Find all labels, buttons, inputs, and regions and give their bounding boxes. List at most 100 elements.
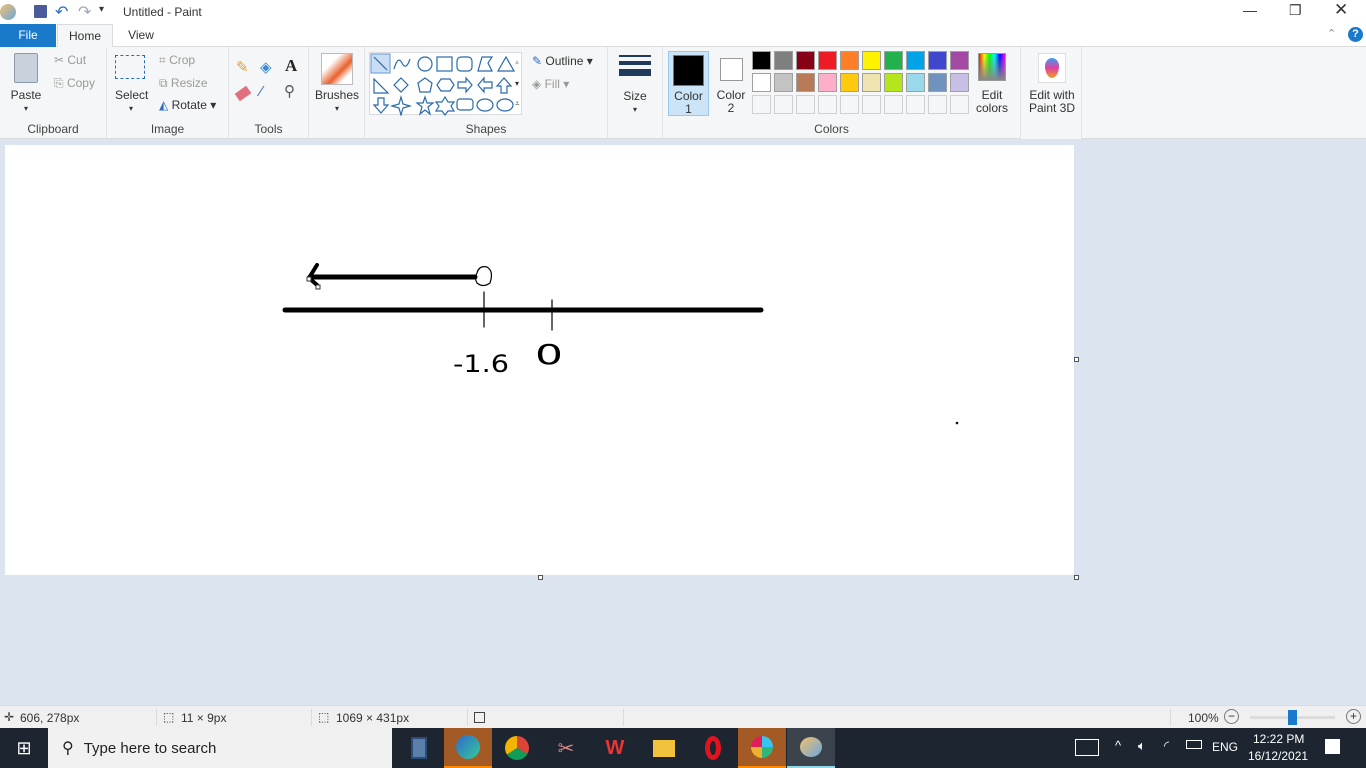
- fill-bucket-icon[interactable]: ◈: [260, 60, 272, 75]
- paint-app[interactable]: [787, 728, 835, 768]
- pencil-icon[interactable]: ✎: [236, 60, 249, 75]
- text-tool-icon[interactable]: A: [285, 57, 297, 74]
- palette-color-swatch[interactable]: [774, 51, 793, 70]
- wps-app[interactable]: W: [591, 728, 639, 768]
- drawing-canvas[interactable]: -1.6 0: [5, 145, 1074, 575]
- show-hidden-icons[interactable]: ^: [1115, 738, 1121, 753]
- palette-custom-slot[interactable]: [840, 95, 859, 114]
- palette-custom-slot[interactable]: [928, 95, 947, 114]
- selection-handle[interactable]: [315, 284, 321, 290]
- rotate-label: Rotate: [171, 98, 207, 112]
- shapes-expand[interactable]: ⩡: [515, 97, 520, 110]
- palette-color-swatch[interactable]: [818, 73, 837, 92]
- shapes-gallery[interactable]: [369, 52, 522, 118]
- palette-custom-slot[interactable]: [752, 95, 771, 114]
- maximize-button[interactable]: ❐: [1289, 2, 1302, 19]
- brushes-button[interactable]: Brushes ▾: [313, 53, 361, 115]
- start-button[interactable]: ⊞: [0, 728, 48, 768]
- news-widget-icon[interactable]: [1075, 739, 1099, 756]
- outline-button[interactable]: ✎ Outline ▾: [532, 55, 593, 68]
- color-spectrum-icon: [978, 53, 1006, 81]
- cut-button[interactable]: ✂ Cut: [54, 54, 86, 67]
- canvas-resize-handle-bottom[interactable]: [538, 575, 543, 580]
- wifi-icon[interactable]: ◜: [1164, 738, 1169, 754]
- clock-date[interactable]: 16/12/2021: [1248, 749, 1308, 763]
- edge-app[interactable]: [444, 728, 492, 768]
- selection-handle[interactable]: [306, 276, 312, 282]
- tab-home[interactable]: Home: [57, 24, 113, 48]
- palette-color-swatch[interactable]: [862, 73, 881, 92]
- eraser-icon[interactable]: [234, 85, 252, 102]
- canvas-resize-handle-corner[interactable]: [1074, 575, 1079, 580]
- color-picker-icon[interactable]: ⁄: [260, 84, 263, 99]
- palette-color-swatch[interactable]: [906, 73, 925, 92]
- select-button[interactable]: Select ▾: [115, 55, 148, 115]
- palette-custom-slot[interactable]: [818, 95, 837, 114]
- collapse-ribbon-icon[interactable]: ⌃: [1327, 27, 1336, 40]
- palette-color-swatch[interactable]: [840, 73, 859, 92]
- file-explorer-app[interactable]: [640, 728, 688, 768]
- edit-with-paint3d-button[interactable]: Edit with Paint 3D: [1023, 53, 1081, 115]
- edit-colors-button[interactable]: Edit colors: [975, 53, 1009, 115]
- resize-button[interactable]: ⧉ Resize: [159, 77, 208, 90]
- notifications-icon[interactable]: [1325, 739, 1340, 754]
- palette-custom-slot[interactable]: [906, 95, 925, 114]
- shapes-scroll-up[interactable]: ▴: [515, 55, 519, 68]
- opera-app[interactable]: [689, 728, 737, 768]
- chrome-app[interactable]: [493, 728, 541, 768]
- undo-icon[interactable]: ↶: [55, 2, 68, 22]
- calculator-app[interactable]: [395, 728, 443, 768]
- zoom-out-button[interactable]: −: [1224, 709, 1239, 724]
- crop-button[interactable]: ⌗ Crop: [159, 54, 195, 67]
- color1-button[interactable]: Color 1: [668, 51, 709, 116]
- palette-custom-slot[interactable]: [862, 95, 881, 114]
- zoom-slider[interactable]: [1250, 710, 1335, 725]
- zoom-in-button[interactable]: +: [1346, 709, 1361, 724]
- size-button[interactable]: Size ▾: [619, 55, 651, 116]
- palette-custom-slot[interactable]: [796, 95, 815, 114]
- palette-color-swatch[interactable]: [928, 51, 947, 70]
- palette-custom-slot[interactable]: [950, 95, 969, 114]
- snip-app[interactable]: ✂: [542, 728, 590, 768]
- palette-color-swatch[interactable]: [774, 73, 793, 92]
- palette-color-swatch[interactable]: [906, 51, 925, 70]
- palette-color-swatch[interactable]: [862, 51, 881, 70]
- battery-icon[interactable]: [1186, 740, 1202, 749]
- search-box[interactable]: ⚲ Type here to search: [48, 728, 392, 768]
- palette-color-swatch[interactable]: [884, 73, 903, 92]
- palette-color-swatch[interactable]: [818, 51, 837, 70]
- volume-icon[interactable]: 🔈︎: [1138, 738, 1146, 754]
- palette-color-swatch[interactable]: [840, 51, 859, 70]
- slack-app[interactable]: [738, 728, 786, 768]
- language-indicator[interactable]: ENG: [1212, 740, 1238, 754]
- canvas-resize-handle-right[interactable]: [1074, 357, 1079, 362]
- rotate-button[interactable]: ◭ Rotate ▾: [159, 99, 216, 112]
- magnifier-icon[interactable]: ⚲: [284, 84, 295, 99]
- paste-button[interactable]: Paste ▾: [6, 53, 46, 113]
- save-icon[interactable]: [34, 5, 47, 18]
- palette-custom-slot[interactable]: [774, 95, 793, 114]
- palette-custom-slot[interactable]: [884, 95, 903, 114]
- clock-time[interactable]: 12:22 PM: [1253, 732, 1304, 746]
- close-button[interactable]: ✕: [1334, 0, 1348, 20]
- tab-view[interactable]: View: [116, 24, 166, 47]
- palette-color-swatch[interactable]: [928, 73, 947, 92]
- palette-color-swatch[interactable]: [752, 73, 771, 92]
- copy-button[interactable]: ⎘ Copy: [54, 77, 95, 90]
- palette-color-swatch[interactable]: [950, 73, 969, 92]
- palette-color-swatch[interactable]: [752, 51, 771, 70]
- search-icon: ⚲: [62, 740, 74, 757]
- palette-color-swatch[interactable]: [950, 51, 969, 70]
- customize-qat-icon[interactable]: ▾: [99, 4, 104, 15]
- shapes-scroll-down[interactable]: ▾: [515, 77, 519, 90]
- fill-button[interactable]: ◈ Fill ▾: [532, 78, 569, 91]
- palette-color-swatch[interactable]: [884, 51, 903, 70]
- minimize-button[interactable]: —: [1243, 2, 1257, 18]
- color2-button[interactable]: Color 2: [712, 51, 750, 116]
- palette-color-swatch[interactable]: [796, 51, 815, 70]
- zoom-slider-thumb[interactable]: [1288, 710, 1297, 725]
- redo-icon[interactable]: ↷: [78, 2, 91, 22]
- help-icon[interactable]: ?: [1348, 27, 1363, 42]
- tab-file[interactable]: File: [0, 24, 56, 47]
- palette-color-swatch[interactable]: [796, 73, 815, 92]
